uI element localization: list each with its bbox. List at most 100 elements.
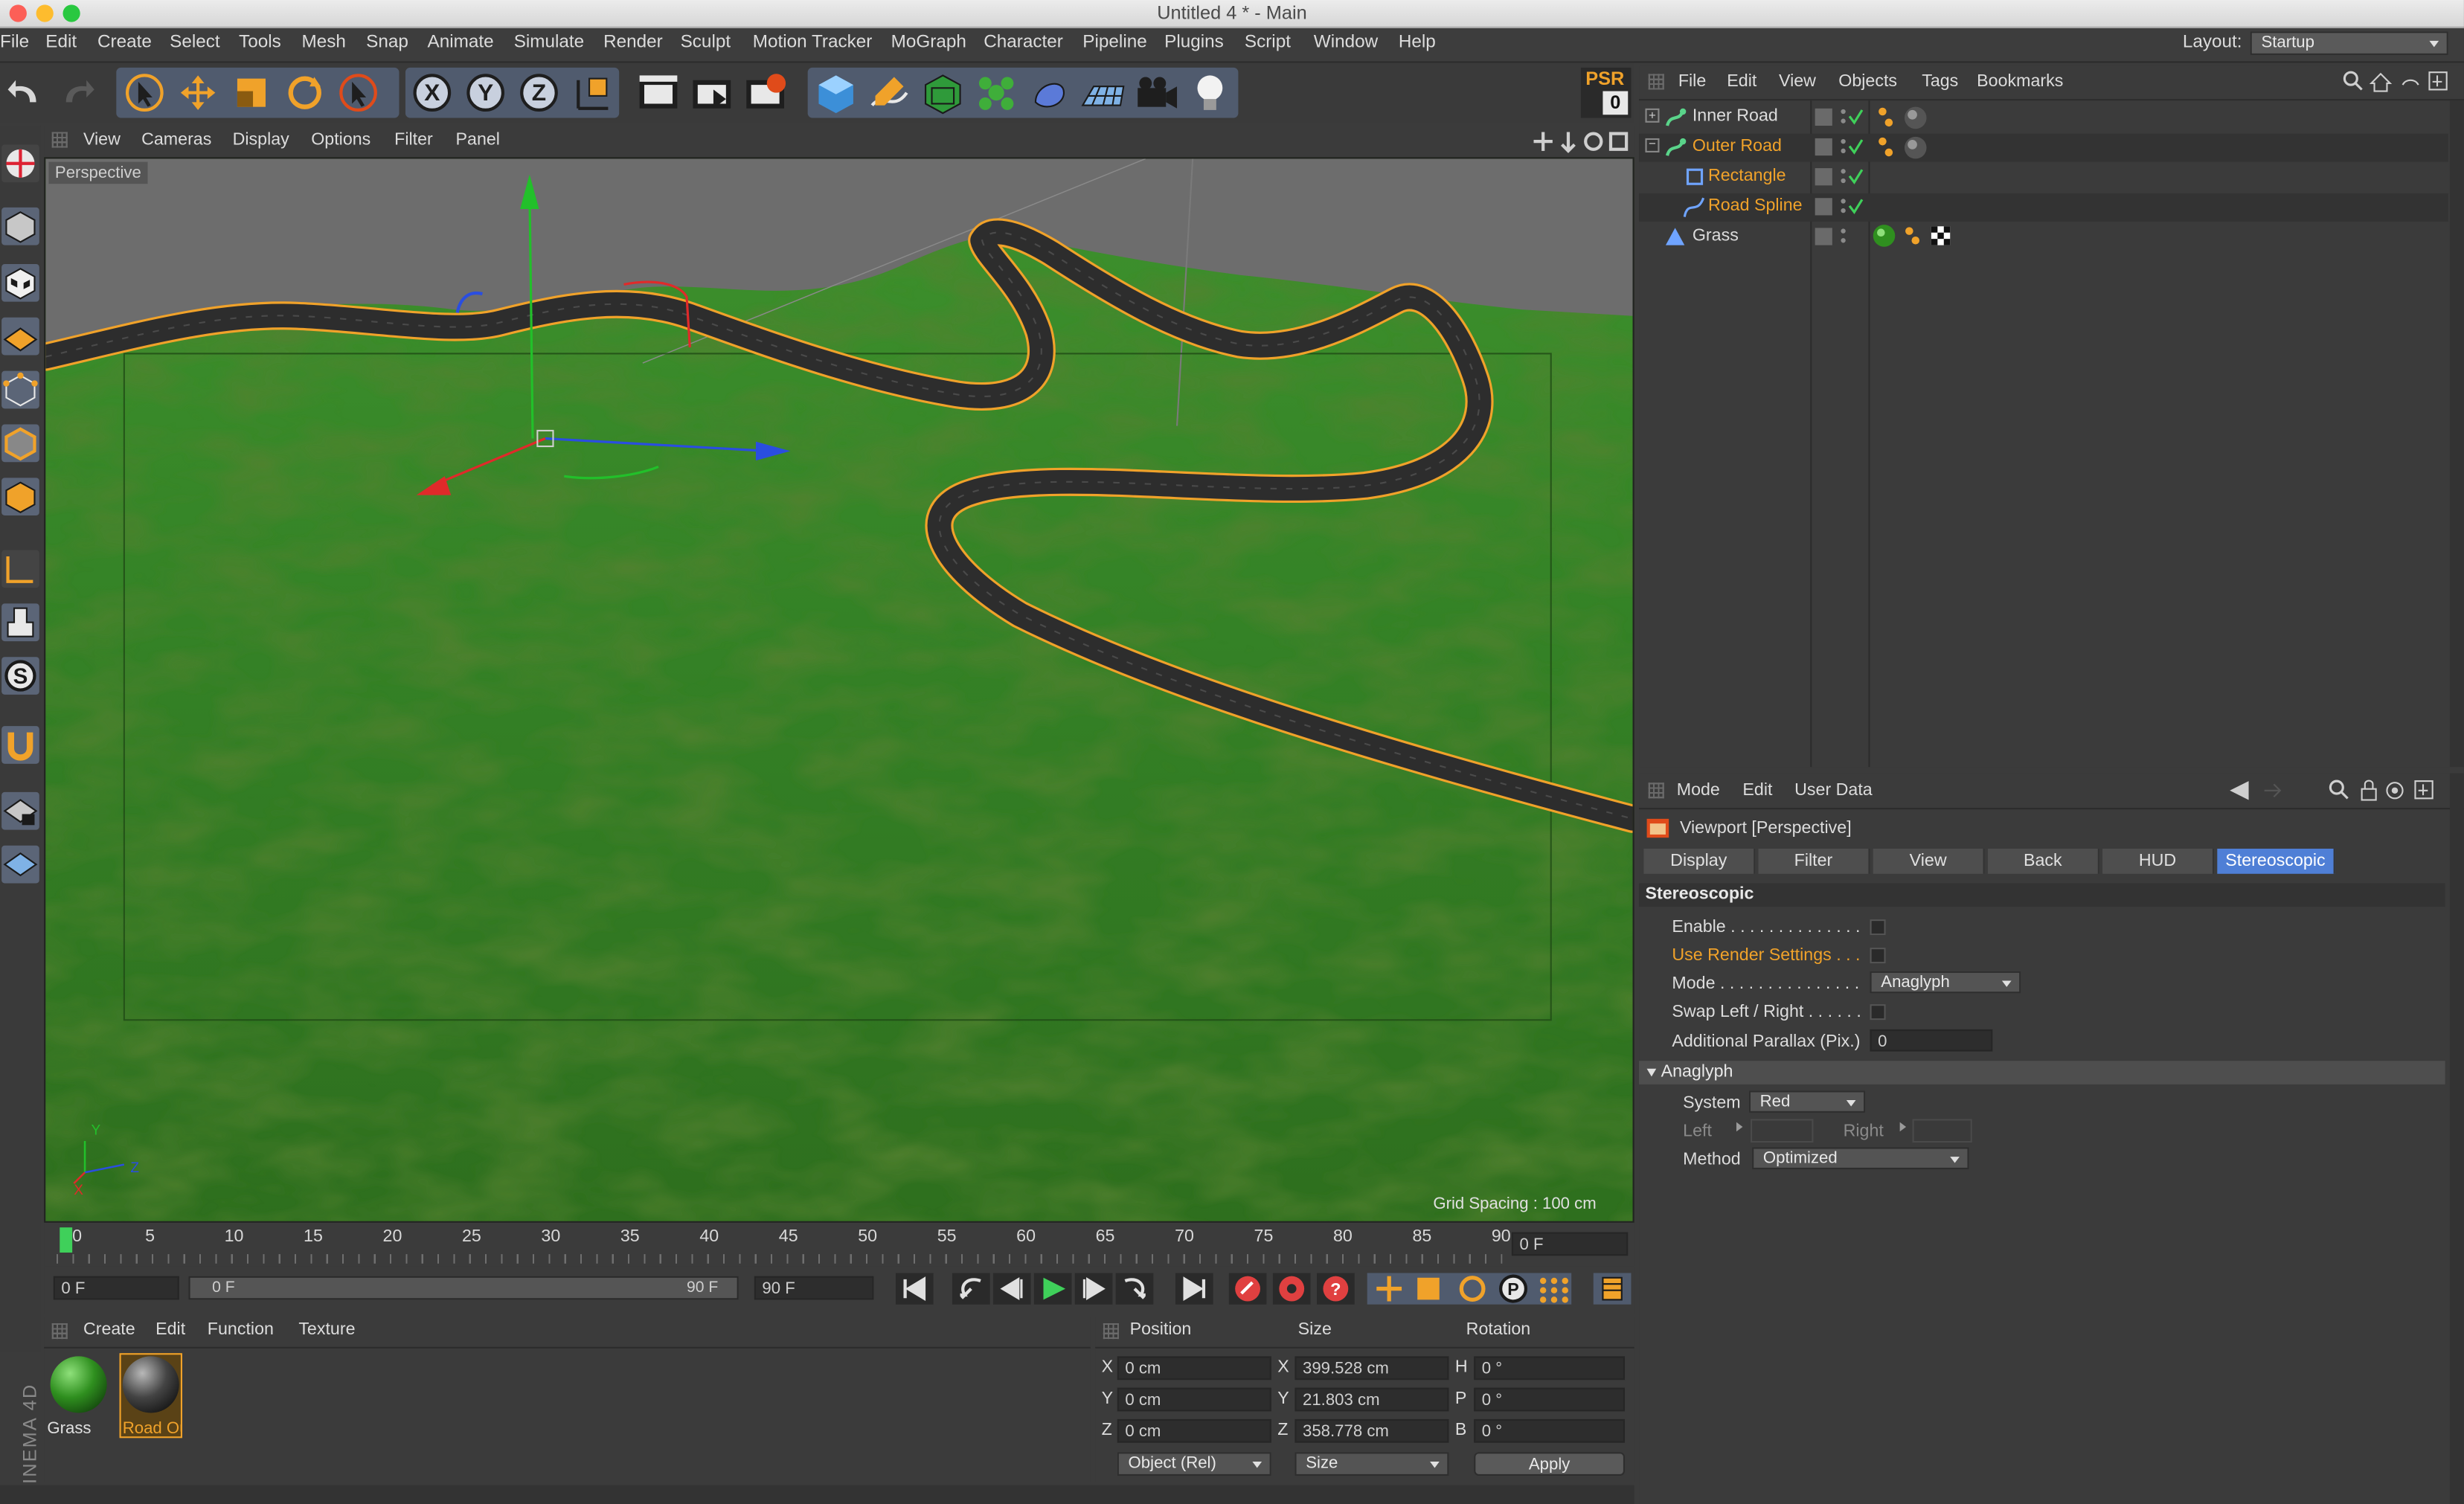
object-menu-edit[interactable]: Edit [1727, 72, 1756, 91]
point-mode-icon[interactable] [1, 370, 39, 409]
object-row-grass[interactable]: Grass [1639, 223, 2448, 251]
object-row-inner-road[interactable]: + Inner Road [1639, 103, 2448, 132]
make-editable-icon[interactable] [1, 144, 39, 183]
model-mode-icon[interactable] [1, 207, 39, 245]
object-row-rectangle[interactable]: Rectangle [1639, 164, 2448, 192]
object-menu-file[interactable]: File [1678, 72, 1706, 91]
grass-tag-icons[interactable] [1872, 223, 1957, 248]
viewport-menu-display[interactable]: Display [233, 130, 289, 149]
tab-hud[interactable]: HUD [2102, 848, 2215, 874]
tab-display[interactable]: Display [1643, 848, 1756, 874]
menu-render[interactable]: Render [603, 33, 663, 51]
visibility-toggle-icons[interactable] [1815, 196, 1866, 219]
render-to-picture-viewer-icon[interactable] [688, 71, 735, 115]
menu-simulate[interactable]: Simulate [514, 33, 585, 51]
pen-spline-icon[interactable] [866, 71, 913, 115]
object-menu-tags[interactable]: Tags [1922, 72, 1958, 91]
attribute-menu-mode[interactable]: Mode [1677, 781, 1720, 800]
menu-sculpt[interactable]: Sculpt [681, 33, 731, 51]
y-axis-lock-icon[interactable]: Y [463, 71, 507, 115]
menu-file[interactable]: File [0, 33, 29, 51]
rotation-h-field[interactable]: 0 ° [1474, 1356, 1626, 1381]
tweak-mode-icon[interactable] [1, 603, 39, 642]
light-icon[interactable] [1187, 71, 1233, 115]
attribute-menu-edit[interactable]: Edit [1742, 781, 1772, 800]
z-axis-lock-icon[interactable]: Z [517, 71, 561, 115]
viewport-menu-panel[interactable]: Panel [456, 130, 500, 149]
attribute-menu-user-data[interactable]: User Data [1794, 781, 1873, 800]
menu-mesh[interactable]: Mesh [302, 33, 346, 51]
edge-mode-icon[interactable] [1, 424, 39, 463]
tab-back[interactable]: Back [1987, 848, 2099, 874]
position-x-field[interactable]: 0 cm [1117, 1356, 1271, 1381]
visibility-toggle-icons[interactable] [1815, 167, 1866, 189]
live-selection-icon[interactable] [123, 71, 167, 115]
cloner-icon[interactable] [972, 71, 1019, 115]
object-menu-bookmarks[interactable]: Bookmarks [1977, 72, 2063, 91]
menu-mograph[interactable]: MoGraph [891, 33, 966, 51]
viewport-menu-cameras[interactable]: Cameras [141, 130, 211, 149]
parallax-field[interactable]: 0 [1870, 1029, 1993, 1052]
use-render-settings-checkbox[interactable] [1870, 948, 1886, 964]
enable-checkbox[interactable] [1870, 919, 1886, 936]
material-menu-texture[interactable]: Texture [298, 1320, 355, 1339]
viewport-scene[interactable] [45, 158, 1633, 1221]
attribute-header-icons[interactable] [2227, 778, 2456, 803]
menu-pipeline[interactable]: Pipeline [1082, 33, 1146, 51]
system-dropdown[interactable]: Red [1748, 1090, 1866, 1113]
attribute-scrollbar[interactable] [2449, 773, 2464, 1504]
viewport-menu-filter[interactable]: Filter [394, 130, 433, 149]
left-color-swatch[interactable] [1750, 1119, 1814, 1143]
object-menu-objects[interactable]: Objects [1838, 72, 1897, 91]
axis-mode-icon[interactable] [1, 550, 39, 588]
material-tag-icons[interactable] [1875, 106, 1931, 131]
snapping-icon[interactable]: S [1, 657, 39, 695]
viewport-navigation-icons[interactable] [1533, 129, 1632, 154]
viewport-menu-view[interactable]: View [83, 130, 121, 149]
menu-plugins[interactable]: Plugins [1164, 33, 1224, 51]
floor-icon[interactable] [1079, 71, 1126, 115]
menu-select[interactable]: Select [170, 33, 220, 51]
menu-tools[interactable]: Tools [239, 33, 281, 51]
panel-grip-icon[interactable] [51, 1323, 68, 1340]
material-tag-icons[interactable] [1875, 135, 1931, 161]
end-frame-field[interactable]: 90 F [754, 1276, 874, 1300]
move-icon[interactable] [176, 71, 220, 115]
viewport-menu-options[interactable]: Options [311, 130, 370, 149]
collapse-icon[interactable]: − [1645, 138, 1660, 152]
menu-script[interactable]: Script [1245, 33, 1291, 51]
visibility-toggle-icons[interactable] [1815, 226, 1866, 248]
scale-icon[interactable] [229, 71, 273, 115]
size-x-field[interactable]: 399.528 cm [1294, 1356, 1449, 1381]
material-swatch-road[interactable]: Road Ou [119, 1353, 183, 1439]
render-view-icon[interactable] [635, 71, 681, 115]
panel-grip-icon[interactable] [1648, 782, 1664, 799]
redo-icon[interactable] [57, 75, 97, 109]
tab-stereoscopic[interactable]: Stereoscopic [2217, 848, 2335, 874]
material-menu-create[interactable]: Create [83, 1320, 135, 1339]
rotate-icon[interactable] [283, 71, 327, 115]
menu-animate[interactable]: Animate [428, 33, 494, 51]
menu-snap[interactable]: Snap [366, 33, 408, 51]
subsection-header-anaglyph[interactable]: Anaglyph [1639, 1061, 2445, 1084]
object-manager-header-icons[interactable] [2343, 69, 2456, 94]
visibility-toggle-icons[interactable] [1815, 107, 1866, 129]
right-color-swatch[interactable] [1912, 1119, 1972, 1143]
tab-view[interactable]: View [1873, 848, 1985, 874]
menu-edit[interactable]: Edit [45, 33, 77, 51]
start-frame-field[interactable]: 0 F [53, 1276, 179, 1300]
deformer-icon[interactable] [1026, 71, 1073, 115]
tab-filter[interactable]: Filter [1758, 848, 1870, 874]
layout-dropdown[interactable]: Startup [2250, 31, 2448, 55]
menu-help[interactable]: Help [1399, 33, 1436, 51]
cube-icon[interactable] [812, 71, 859, 115]
material-menu-edit[interactable]: Edit [155, 1320, 185, 1339]
undo-icon[interactable] [4, 75, 45, 109]
size-y-field[interactable]: 21.803 cm [1294, 1387, 1449, 1412]
magnet-icon[interactable] [1, 726, 39, 764]
panel-grip-icon[interactable] [1103, 1323, 1119, 1340]
mode-dropdown[interactable]: Anaglyph [1870, 971, 2021, 994]
menu-character[interactable]: Character [984, 33, 1063, 51]
timeline-ruler[interactable]: 0 5 10 15 20 25 30 35 40 45 50 55 60 65 70 75 80 85 90 0 F [44, 1222, 1634, 1267]
swap-left-right-checkbox[interactable] [1870, 1004, 1886, 1021]
